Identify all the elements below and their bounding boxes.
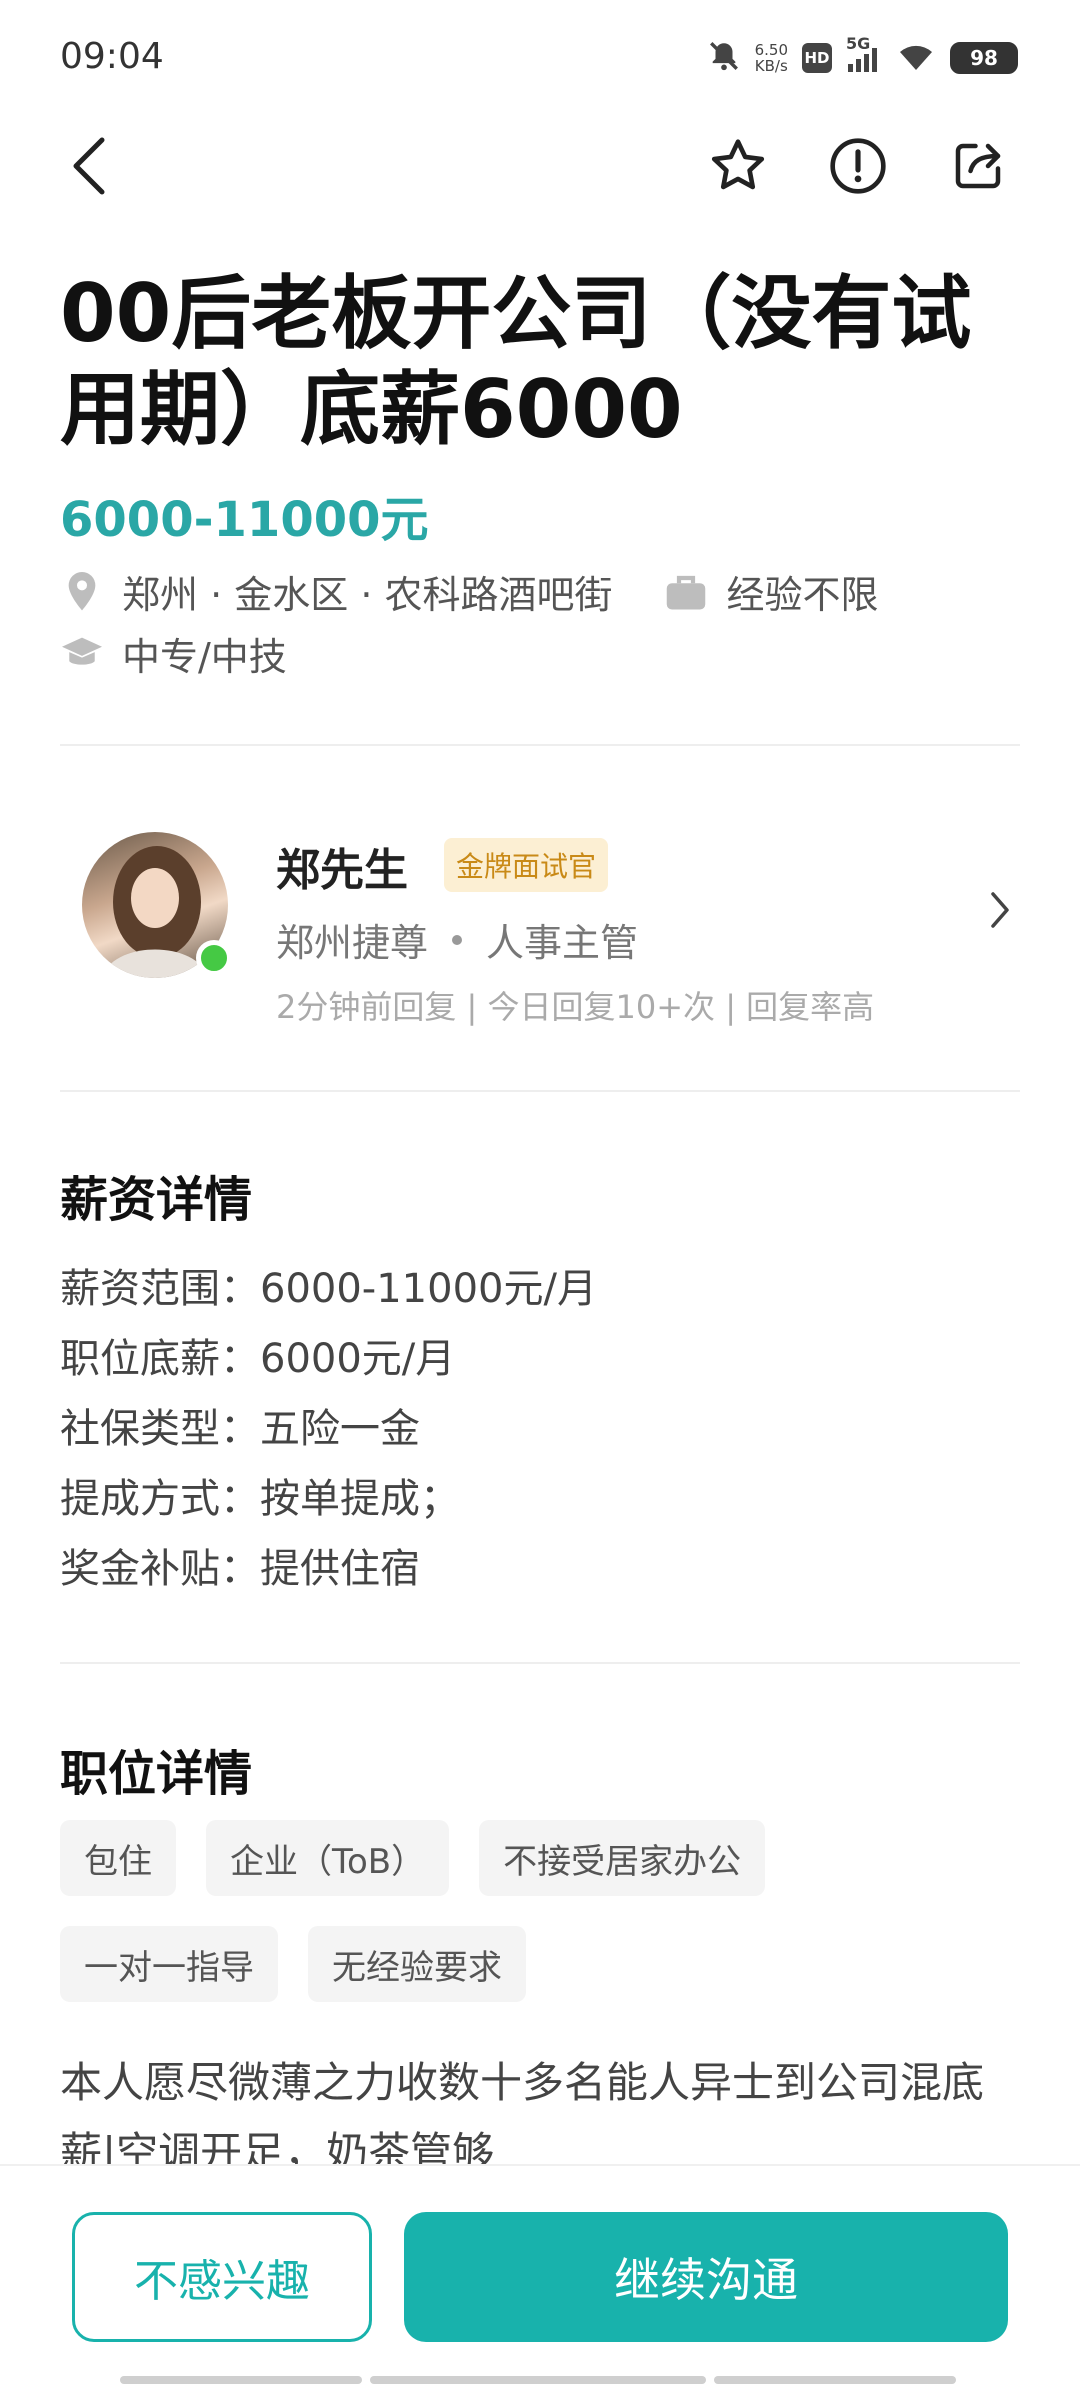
status-icons: 6.50 KB/s HD 5G 98 <box>707 34 1018 80</box>
separator-dot <box>452 934 463 945</box>
divider <box>60 1090 1020 1092</box>
gesture-bar <box>714 2376 956 2384</box>
recruiter-name: 郑先生 <box>276 845 408 896</box>
bottom-action-bar: 不感兴趣 继续沟通 <box>0 2164 1080 2388</box>
share-button[interactable] <box>946 134 1010 198</box>
gold-interviewer-badge: 金牌面试官 <box>444 838 609 892</box>
job-meta-line-1: 郑州 · 金水区 · 农科路酒吧街 经验不限 <box>60 564 879 619</box>
tag-row: 包住 企业（ToB） 不接受居家办公 <box>60 1820 1020 1896</box>
briefcase-icon <box>664 570 708 614</box>
nav-bar <box>0 118 1080 214</box>
job-location: 郑州 · 金水区 · 农科路酒吧街 <box>122 573 613 617</box>
job-description: 本人愿尽微薄之力收数十多名能人异士到公司混底薪|空调开足，奶茶管够 <box>60 2058 985 2168</box>
salary-details-list: 薪资范围：6000-11000元/月 职位底薪：6000元/月 社保类型：五险一… <box>60 1254 597 1604</box>
job-details-title: 职位详情 <box>60 1746 253 1802</box>
job-title: 00后老板开公司（没有试用期）底薪6000 <box>60 267 972 456</box>
network-type: 5G <box>846 34 871 53</box>
tag: 无经验要求 <box>308 1926 526 2002</box>
battery-icon: 98 <box>950 42 1018 74</box>
tag-row: 一对一指导 无经验要求 <box>60 1926 1020 2002</box>
commission-row: 提成方式：按单提成； <box>60 1476 460 1522</box>
hd-icon: HD <box>802 43 832 73</box>
back-arrow-icon <box>73 137 105 195</box>
job-meta-line-2: 中专/中技 <box>60 626 287 681</box>
star-icon <box>711 139 765 190</box>
social-insurance-row: 社保类型：五险一金 <box>60 1406 420 1452</box>
speed-unit: KB/s <box>754 57 788 75</box>
job-tags: 包住 企业（ToB） 不接受居家办公 一对一指导 无经验要求 <box>60 1820 1020 2032</box>
location-pin-icon <box>60 570 104 614</box>
tag: 不接受居家办公 <box>479 1820 766 1896</box>
wifi-icon <box>896 40 936 76</box>
not-interested-button[interactable]: 不感兴趣 <box>72 2212 372 2342</box>
graduation-cap-icon <box>60 632 104 676</box>
job-experience: 经验不限 <box>726 573 879 617</box>
network-speed: 6.50 KB/s <box>755 42 788 74</box>
recruiter-activity: 2分钟前回复 | 今日回复10+次 | 回复率高 <box>276 988 875 1026</box>
recruiter-company-line: 郑州捷尊 人事主管 <box>276 912 638 967</box>
bonus-row: 奖金补贴：提供住宿 <box>60 1546 420 1592</box>
signal-icon: 5G <box>846 34 882 74</box>
continue-chat-button[interactable]: 继续沟通 <box>404 2212 1008 2342</box>
recruiter-position: 人事主管 <box>486 921 639 965</box>
salary-range-row: 薪资范围：6000-11000元/月 <box>60 1266 597 1312</box>
share-icon <box>955 143 1001 189</box>
report-button[interactable] <box>826 134 890 198</box>
recruiter-company: 郑州捷尊 <box>276 921 429 965</box>
divider <box>60 1662 1020 1664</box>
tag: 包住 <box>60 1820 176 1896</box>
back-button[interactable] <box>58 134 122 198</box>
salary-details-title: 薪资详情 <box>60 1172 253 1228</box>
favorite-button[interactable] <box>706 134 770 198</box>
gesture-bar <box>120 2376 362 2384</box>
status-time: 09:04 <box>60 36 164 77</box>
speed-value: 6.50 <box>754 41 788 59</box>
base-salary-row: 职位底薪：6000元/月 <box>60 1336 456 1382</box>
tag: 企业（ToB） <box>206 1820 450 1896</box>
gesture-bar <box>370 2376 706 2384</box>
job-education: 中专/中技 <box>122 635 287 679</box>
online-status-dot <box>196 940 232 976</box>
salary-range: 6000-11000元 <box>60 492 429 548</box>
chevron-right-icon[interactable] <box>980 880 1020 940</box>
warning-icon <box>830 138 886 194</box>
mute-icon <box>707 39 741 77</box>
status-bar: 09:04 6.50 KB/s HD 5G 98 <box>0 0 1080 118</box>
recruiter-card[interactable]: 郑先生 金牌面试官 郑州捷尊 人事主管 2分钟前回复 | 今日回复10+次 | … <box>60 820 1020 1060</box>
divider <box>60 744 1020 746</box>
tag: 一对一指导 <box>60 1926 278 2002</box>
